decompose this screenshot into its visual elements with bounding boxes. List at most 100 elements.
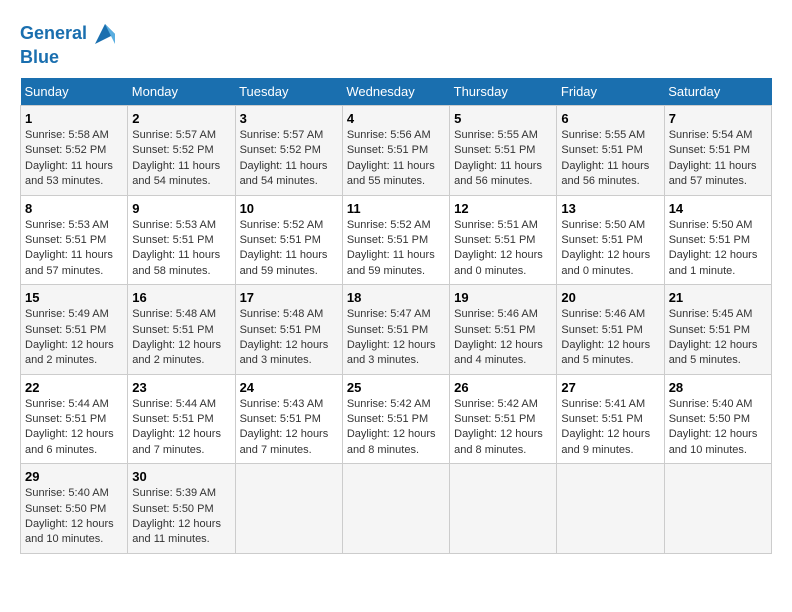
day-info: Sunrise: 5:55 AMSunset: 5:51 PMDaylight:…: [561, 128, 659, 190]
day-number: 21: [669, 290, 767, 305]
header-thursday: Thursday: [450, 78, 557, 106]
day-number: 17: [240, 290, 338, 305]
day-number: 4: [347, 111, 445, 126]
logo-icon: [91, 20, 119, 48]
calendar-cell: 25 Sunrise: 5:42 AMSunset: 5:51 PMDayligh…: [342, 374, 449, 464]
day-info: Sunrise: 5:53 AMSunset: 5:51 PMDaylight:…: [25, 218, 123, 280]
day-info: Sunrise: 5:54 AMSunset: 5:51 PMDaylight:…: [669, 128, 767, 190]
calendar-cell: 21Sunrise: 5:45 AMSunset: 5:51 PMDayligh…: [664, 285, 771, 375]
logo-text-blue: Blue: [20, 47, 59, 67]
day-info: Sunrise: 5:57 AMSunset: 5:52 PMDaylight:…: [132, 128, 230, 190]
calendar-cell: [235, 464, 342, 554]
day-number: 10: [240, 201, 338, 216]
day-number: 6: [561, 111, 659, 126]
day-info: Sunrise: 5:50 AMSunset: 5:51 PMDaylight:…: [669, 218, 767, 280]
day-number: 16: [132, 290, 230, 305]
day-number: 9: [132, 201, 230, 216]
day-info: Sunrise: 5:53 AMSunset: 5:51 PMDaylight:…: [132, 218, 230, 280]
calendar-cell: 5 Sunrise: 5:55 AMSunset: 5:51 PMDaylight…: [450, 106, 557, 196]
header-saturday: Saturday: [664, 78, 771, 106]
calendar-cell: 17Sunrise: 5:48 AMSunset: 5:51 PMDayligh…: [235, 285, 342, 375]
day-number: 29: [25, 469, 123, 484]
day-info: Sunrise: 5:43 AMSunset: 5:51 PMDaylight:…: [240, 397, 338, 459]
calendar-cell: 26 Sunrise: 5:42 AMSunset: 5:51 PMDayligh…: [450, 374, 557, 464]
day-info: Sunrise: 5:40 AMSunset: 5:50 PMDaylight:…: [25, 486, 123, 548]
calendar-cell: [664, 464, 771, 554]
calendar-cell: 1 Sunrise: 5:58 AMSunset: 5:52 PMDaylight…: [21, 106, 128, 196]
calendar-cell: 14 Sunrise: 5:50 AMSunset: 5:51 PMDayligh…: [664, 195, 771, 285]
calendar-cell: 12Sunrise: 5:51 AMSunset: 5:51 PMDayligh…: [450, 195, 557, 285]
day-info: Sunrise: 5:52 AMSunset: 5:51 PMDaylight:…: [240, 218, 338, 280]
header-monday: Monday: [128, 78, 235, 106]
day-info: Sunrise: 5:51 AMSunset: 5:51 PMDaylight:…: [454, 218, 552, 280]
day-number: 22: [25, 380, 123, 395]
day-info: Sunrise: 5:39 AMSunset: 5:50 PMDaylight:…: [132, 486, 230, 548]
calendar-cell: 3 Sunrise: 5:57 AMSunset: 5:52 PMDaylight…: [235, 106, 342, 196]
calendar-cell: 7 Sunrise: 5:54 AMSunset: 5:51 PMDaylight…: [664, 106, 771, 196]
header-tuesday: Tuesday: [235, 78, 342, 106]
calendar-week-1: 1 Sunrise: 5:58 AMSunset: 5:52 PMDaylight…: [21, 106, 772, 196]
day-info: Sunrise: 5:42 AMSunset: 5:51 PMDaylight:…: [454, 397, 552, 459]
calendar-cell: 9 Sunrise: 5:53 AMSunset: 5:51 PMDaylight…: [128, 195, 235, 285]
day-number: 19: [454, 290, 552, 305]
calendar-week-2: 8Sunrise: 5:53 AMSunset: 5:51 PMDaylight…: [21, 195, 772, 285]
day-number: 11: [347, 201, 445, 216]
day-info: Sunrise: 5:48 AMSunset: 5:51 PMDaylight:…: [132, 307, 230, 369]
calendar-cell: [557, 464, 664, 554]
header-wednesday: Wednesday: [342, 78, 449, 106]
calendar-cell: 4 Sunrise: 5:56 AMSunset: 5:51 PMDaylight…: [342, 106, 449, 196]
day-number: 25: [347, 380, 445, 395]
calendar-cell: 23 Sunrise: 5:44 AMSunset: 5:51 PMDayligh…: [128, 374, 235, 464]
day-number: 5: [454, 111, 552, 126]
day-number: 7: [669, 111, 767, 126]
day-info: Sunrise: 5:58 AMSunset: 5:52 PMDaylight:…: [25, 128, 123, 190]
day-info: Sunrise: 5:52 AMSunset: 5:51 PMDaylight:…: [347, 218, 445, 280]
day-info: Sunrise: 5:41 AMSunset: 5:51 PMDaylight:…: [561, 397, 659, 459]
day-number: 3: [240, 111, 338, 126]
calendar-table: SundayMondayTuesdayWednesdayThursdayFrid…: [20, 78, 772, 554]
day-info: Sunrise: 5:55 AMSunset: 5:51 PMDaylight:…: [454, 128, 552, 190]
day-number: 30: [132, 469, 230, 484]
day-info: Sunrise: 5:40 AMSunset: 5:50 PMDaylight:…: [669, 397, 767, 459]
day-number: 15: [25, 290, 123, 305]
logo-text: General: [20, 24, 87, 44]
calendar-cell: 10 Sunrise: 5:52 AMSunset: 5:51 PMDayligh…: [235, 195, 342, 285]
logo: General Blue: [20, 20, 119, 68]
day-info: Sunrise: 5:46 AMSunset: 5:51 PMDaylight:…: [454, 307, 552, 369]
calendar-cell: 6 Sunrise: 5:55 AMSunset: 5:51 PMDaylight…: [557, 106, 664, 196]
page-header: General Blue: [20, 20, 772, 68]
calendar-cell: 2Sunrise: 5:57 AMSunset: 5:52 PMDaylight…: [128, 106, 235, 196]
calendar-cell: 27 Sunrise: 5:41 AMSunset: 5:51 PMDayligh…: [557, 374, 664, 464]
day-number: 28: [669, 380, 767, 395]
calendar-cell: [342, 464, 449, 554]
calendar-cell: 19 Sunrise: 5:46 AMSunset: 5:51 PMDayligh…: [450, 285, 557, 375]
calendar-cell: 30 Sunrise: 5:39 AMSunset: 5:50 PMDayligh…: [128, 464, 235, 554]
day-number: 18: [347, 290, 445, 305]
calendar-cell: 16 Sunrise: 5:48 AMSunset: 5:51 PMDayligh…: [128, 285, 235, 375]
calendar-cell: 13Sunrise: 5:50 AMSunset: 5:51 PMDayligh…: [557, 195, 664, 285]
day-info: Sunrise: 5:44 AMSunset: 5:51 PMDaylight:…: [132, 397, 230, 459]
day-info: Sunrise: 5:56 AMSunset: 5:51 PMDaylight:…: [347, 128, 445, 190]
day-number: 27: [561, 380, 659, 395]
calendar-cell: 20 Sunrise: 5:46 AMSunset: 5:51 PMDayligh…: [557, 285, 664, 375]
day-info: Sunrise: 5:44 AMSunset: 5:51 PMDaylight:…: [25, 397, 123, 459]
day-info: Sunrise: 5:50 AMSunset: 5:51 PMDaylight:…: [561, 218, 659, 280]
day-number: 26: [454, 380, 552, 395]
header-sunday: Sunday: [21, 78, 128, 106]
calendar-cell: 15Sunrise: 5:49 AMSunset: 5:51 PMDayligh…: [21, 285, 128, 375]
day-info: Sunrise: 5:47 AMSunset: 5:51 PMDaylight:…: [347, 307, 445, 369]
day-info: Sunrise: 5:57 AMSunset: 5:52 PMDaylight:…: [240, 128, 338, 190]
day-number: 20: [561, 290, 659, 305]
day-info: Sunrise: 5:46 AMSunset: 5:51 PMDaylight:…: [561, 307, 659, 369]
calendar-cell: 11 Sunrise: 5:52 AMSunset: 5:51 PMDayligh…: [342, 195, 449, 285]
calendar-week-3: 15Sunrise: 5:49 AMSunset: 5:51 PMDayligh…: [21, 285, 772, 375]
calendar-week-5: 29 Sunrise: 5:40 AMSunset: 5:50 PMDayligh…: [21, 464, 772, 554]
day-number: 1: [25, 111, 123, 126]
calendar-cell: 28 Sunrise: 5:40 AMSunset: 5:50 PMDayligh…: [664, 374, 771, 464]
calendar-week-4: 22 Sunrise: 5:44 AMSunset: 5:51 PMDayligh…: [21, 374, 772, 464]
day-number: 23: [132, 380, 230, 395]
header-friday: Friday: [557, 78, 664, 106]
day-number: 14: [669, 201, 767, 216]
day-info: Sunrise: 5:42 AMSunset: 5:51 PMDaylight:…: [347, 397, 445, 459]
calendar-cell: [450, 464, 557, 554]
